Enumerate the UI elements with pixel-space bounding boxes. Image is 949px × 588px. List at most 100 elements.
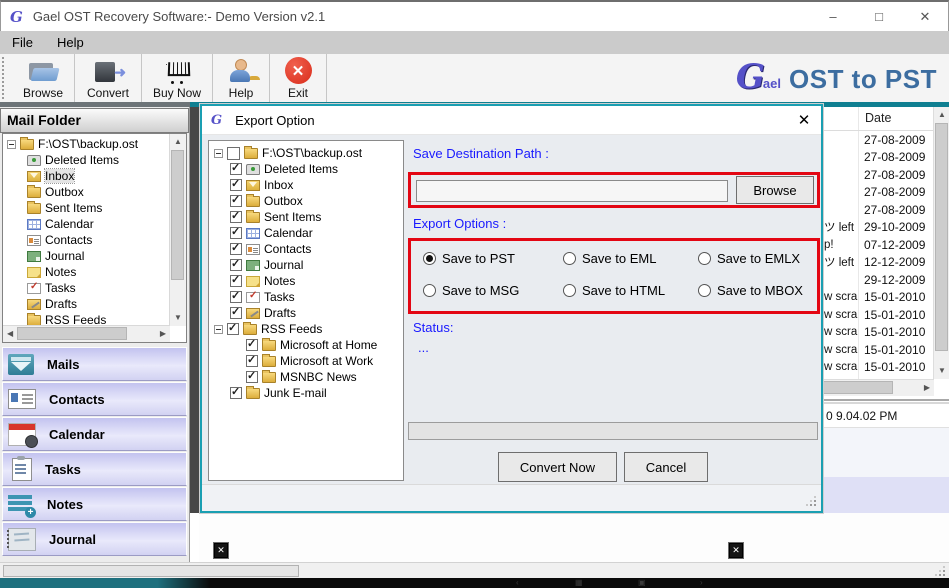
radio-icon[interactable] (698, 284, 711, 297)
scrollbar-thumb[interactable] (935, 123, 948, 351)
export-item-sent-items[interactable]: Sent Items (209, 209, 403, 225)
nav-notes-button[interactable]: Notes (2, 487, 187, 521)
mail-row[interactable]: 27-08-2009 (823, 201, 934, 219)
checkbox-checked[interactable] (230, 305, 242, 319)
collapse-icon[interactable] (214, 148, 223, 158)
radio-save-to-emlx[interactable]: Save to EMLX (698, 251, 800, 266)
export-item-inbox[interactable]: Inbox (209, 177, 403, 193)
export-tree-root[interactable]: F:\OST\backup.ost (209, 145, 403, 161)
mail-row[interactable]: w scrap! 15-01-2010 (823, 306, 934, 324)
dialog-browse-button[interactable]: Browse (736, 176, 814, 204)
export-item-microsoft-at-home[interactable]: Microsoft at Home (209, 337, 403, 353)
checkbox-checked[interactable] (246, 353, 258, 367)
radio-icon[interactable] (423, 284, 436, 297)
scroll-right-icon[interactable]: ▶ (160, 330, 166, 338)
mail-row[interactable]: 29-12-2009 (823, 271, 934, 289)
radio-selected-icon[interactable] (423, 252, 436, 265)
checkbox-checked[interactable] (230, 289, 242, 303)
checkbox-checked[interactable] (230, 257, 242, 271)
scroll-right-icon[interactable]: ▶ (924, 384, 930, 392)
radio-save-to-mbox[interactable]: Save to MBOX (698, 283, 803, 298)
checkbox-unchecked[interactable] (227, 146, 240, 160)
exit-button[interactable]: ✕ Exit (270, 54, 327, 102)
mail-row[interactable]: w scrap! 15-01-2010 (823, 289, 934, 307)
scrollbar-thumb[interactable] (17, 327, 127, 340)
buy-now-button[interactable]: Buy Now (142, 54, 213, 102)
radio-icon[interactable] (563, 252, 576, 265)
tree-item-outbox[interactable]: Outbox (3, 184, 169, 200)
mail-row[interactable]: ツ left ... 12-12-2009 (823, 254, 934, 272)
maximize-button[interactable]: □ (856, 2, 902, 31)
checkbox-checked[interactable] (230, 209, 242, 223)
collapse-icon[interactable] (7, 139, 16, 149)
tree-horizontal-scrollbar[interactable]: ◀ ▶ (3, 325, 170, 342)
resize-grip-icon[interactable] (943, 574, 945, 576)
mail-row[interactable]: 27-08-2009 (823, 149, 934, 167)
convert-button[interactable]: Convert (75, 54, 142, 102)
tree-item-calendar[interactable]: Calendar (3, 216, 169, 232)
checkbox-checked[interactable] (227, 321, 239, 335)
scroll-up-icon[interactable]: ▲ (174, 138, 182, 146)
tree-item-root[interactable]: F:\OST\backup.ost (3, 136, 169, 152)
tree-item-tasks[interactable]: Tasks (3, 280, 169, 296)
tree-item-deleted-items[interactable]: Deleted Items (3, 152, 169, 168)
close-button[interactable]: ✕ (902, 2, 948, 31)
checkbox-checked[interactable] (230, 161, 242, 175)
mail-list-horizontal-scrollbar[interactable]: ▶ (823, 379, 934, 396)
nav-tasks-button[interactable]: Tasks (2, 452, 187, 486)
scroll-down-icon[interactable]: ▼ (174, 314, 182, 322)
checkbox-checked[interactable] (230, 241, 242, 255)
convert-now-button[interactable]: Convert Now (498, 452, 617, 482)
mail-list-header[interactable]: Date (823, 107, 934, 131)
scroll-up-icon[interactable]: ▲ (938, 111, 946, 119)
cancel-button[interactable]: Cancel (624, 452, 708, 482)
export-item-contacts[interactable]: Contacts (209, 241, 403, 257)
export-item-tasks[interactable]: Tasks (209, 289, 403, 305)
checkbox-checked[interactable] (246, 337, 258, 351)
destination-path-input[interactable] (416, 180, 728, 202)
export-item-journal[interactable]: Journal (209, 257, 403, 273)
tree-item-drafts[interactable]: Drafts (3, 296, 169, 312)
nav-calendar-button[interactable]: Calendar (2, 417, 187, 451)
mail-row[interactable]: w scrap! 15-01-2010 (823, 341, 934, 359)
tree-item-sent-items[interactable]: Sent Items (3, 200, 169, 216)
mail-row[interactable]: 27-08-2009 (823, 166, 934, 184)
mail-row[interactable]: p! 07-12-2009 (823, 236, 934, 254)
tree-item-inbox[interactable]: Inbox (3, 168, 169, 184)
tree-item-contacts[interactable]: Contacts (3, 232, 169, 248)
mail-row[interactable]: w scrap! 15-01-2010 (823, 324, 934, 342)
mail-row[interactable]: 27-08-2009 (823, 131, 934, 149)
export-item-notes[interactable]: Notes (209, 273, 403, 289)
scroll-down-icon[interactable]: ▼ (938, 367, 946, 375)
tree-vertical-scrollbar[interactable]: ▲ ▼ (169, 134, 186, 326)
scrollbar-thumb[interactable] (823, 381, 893, 394)
export-item-drafts[interactable]: Drafts (209, 305, 403, 321)
scrollbar-thumb[interactable] (171, 150, 184, 280)
radio-icon[interactable] (698, 252, 711, 265)
radio-save-to-eml[interactable]: Save to EML (563, 251, 656, 266)
checkbox-checked[interactable] (246, 369, 258, 383)
checkbox-checked[interactable] (230, 273, 242, 287)
menu-file[interactable]: File (0, 35, 45, 50)
nav-journal-button[interactable]: Journal (2, 522, 187, 556)
minimize-button[interactable]: – (810, 2, 856, 31)
scroll-left-icon[interactable]: ◀ (7, 330, 13, 338)
help-button[interactable]: Help (213, 54, 270, 102)
export-item-outbox[interactable]: Outbox (209, 193, 403, 209)
radio-save-to-html[interactable]: Save to HTML (563, 283, 665, 298)
checkbox-checked[interactable] (230, 177, 242, 191)
date-column-header[interactable]: Date (865, 111, 891, 125)
nav-mails-button[interactable]: Mails (2, 347, 187, 381)
mail-list-vertical-scrollbar[interactable]: ▲ ▼ (933, 107, 949, 379)
export-item-deleted-items[interactable]: Deleted Items (209, 161, 403, 177)
nav-contacts-button[interactable]: Contacts (2, 382, 187, 416)
export-item-msnbc-news[interactable]: MSNBC News (209, 369, 403, 385)
radio-save-to-pst[interactable]: Save to PST (423, 251, 515, 266)
radio-icon[interactable] (563, 284, 576, 297)
checkbox-checked[interactable] (230, 385, 242, 399)
export-item-rss-feeds[interactable]: RSS Feeds (209, 321, 403, 337)
menu-help[interactable]: Help (45, 35, 96, 50)
export-item-junk-email[interactable]: Junk E-mail (209, 385, 403, 401)
collapse-icon[interactable] (214, 324, 223, 334)
resize-grip-icon[interactable] (814, 504, 816, 506)
